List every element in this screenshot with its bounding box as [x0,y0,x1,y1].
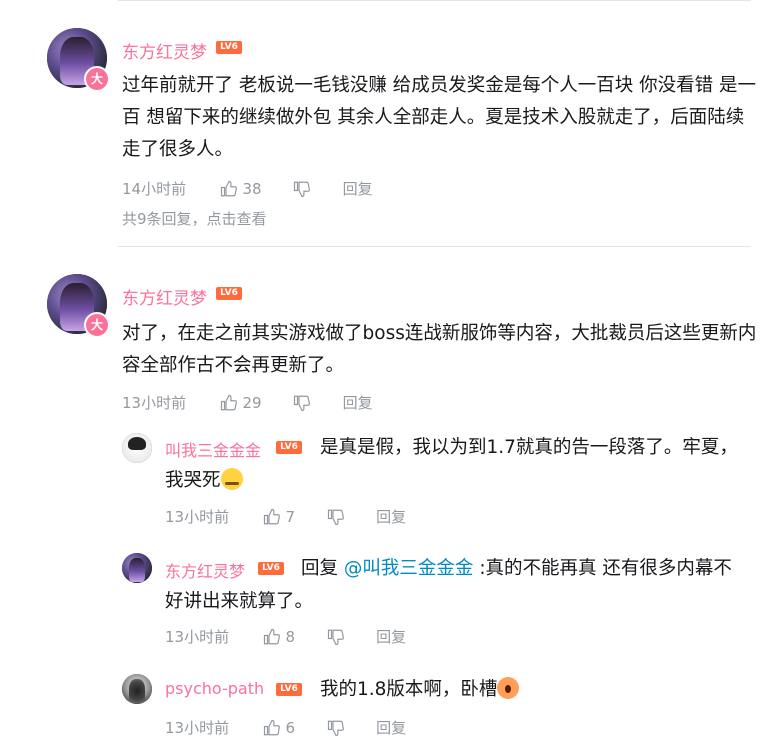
avatar[interactable] [122,433,152,463]
timestamp: 13小时前 [165,719,230,737]
username[interactable]: 东方红灵梦 [165,558,245,582]
reply-meta: 13小时前 8 回复 [165,626,406,647]
top-divider [118,0,751,1]
reply-text-line2: 我哭死 [165,465,243,497]
reply-button[interactable]: 回复 [343,392,373,413]
timestamp: 13小时前 [165,508,230,526]
reply-text: 回复 @叫我三金金金 :真的不能再真 还有很多内幕不 [301,558,732,579]
level-badge: LV6 [276,441,302,454]
avatar[interactable] [122,553,152,583]
reply-meta: 13小时前 6 回复 [165,717,406,738]
reply-text: 我的1.8版本啊，卧槽 [320,674,520,706]
thumbs-up-icon [220,180,237,197]
timestamp: 13小时前 [165,628,230,646]
scream-emoji-icon [497,677,520,699]
level-badge: LV6 [216,287,242,300]
thumbs-down-icon[interactable] [327,628,345,646]
username[interactable]: 叫我三金金金 [165,437,261,461]
thumbs-up-icon [220,394,237,411]
mention-link[interactable]: @叫我三金金金 [344,558,474,579]
vip-badge: 大 [84,312,110,338]
username[interactable]: 东方红灵梦 [122,38,207,63]
comment-text: 过年前就开了 老板说一毛钱没赚 给成员发奖金是每个人一百块 你没看错 是一百 想… [122,75,757,160]
like-count: 38 [242,179,262,198]
username[interactable]: psycho-path [165,679,264,698]
comment-divider [118,246,751,247]
like-count: 8 [285,627,295,646]
username[interactable]: 东方红灵梦 [122,284,207,309]
thumbs-down-icon[interactable] [293,394,311,412]
comment-meta: 13小时前 29 回复 [122,392,373,413]
reply-button[interactable]: 回复 [376,506,406,527]
like-button[interactable]: 6 [263,718,295,737]
like-button[interactable]: 8 [263,627,295,646]
thumbs-down-icon[interactable] [327,719,345,737]
reply-button[interactable]: 回复 [376,626,406,647]
like-count: 7 [285,507,295,526]
like-count: 29 [242,393,262,412]
like-button[interactable]: 7 [263,507,295,526]
thumbs-down-icon[interactable] [327,508,345,526]
view-replies-link[interactable]: 共9条回复，点击查看 [122,208,267,229]
level-badge: LV6 [216,41,242,54]
like-button[interactable]: 29 [220,393,262,412]
reply-prefix: 回复 [301,558,339,579]
thumbs-up-icon [263,508,280,525]
reply-meta: 13小时前 7 回复 [165,506,406,527]
thumbs-up-icon [263,719,280,736]
timestamp: 14小时前 [122,180,187,198]
cry-emoji-icon [220,468,243,490]
like-count: 6 [285,718,295,737]
vip-badge: 大 [84,66,110,92]
level-badge: LV6 [276,683,302,696]
like-button[interactable]: 38 [220,179,262,198]
comment-meta: 14小时前 38 回复 [122,178,373,199]
avatar[interactable] [122,674,152,704]
thumbs-up-icon [263,628,280,645]
timestamp: 13小时前 [122,394,187,412]
comment-text: 对了，在走之前其实游戏做了boss连战新服饰等内容，大批裁员后这些更新内容全部作… [122,323,757,376]
reply-text-line2: 好讲出来就算了。 [165,591,314,612]
reply-button[interactable]: 回复 [343,178,373,199]
level-badge: LV6 [258,562,284,575]
thumbs-down-icon[interactable] [293,180,311,198]
reply-text: 是真是假，我以为到1.7就真的告一段落了。牢夏， [320,437,738,458]
reply-button[interactable]: 回复 [376,717,406,738]
